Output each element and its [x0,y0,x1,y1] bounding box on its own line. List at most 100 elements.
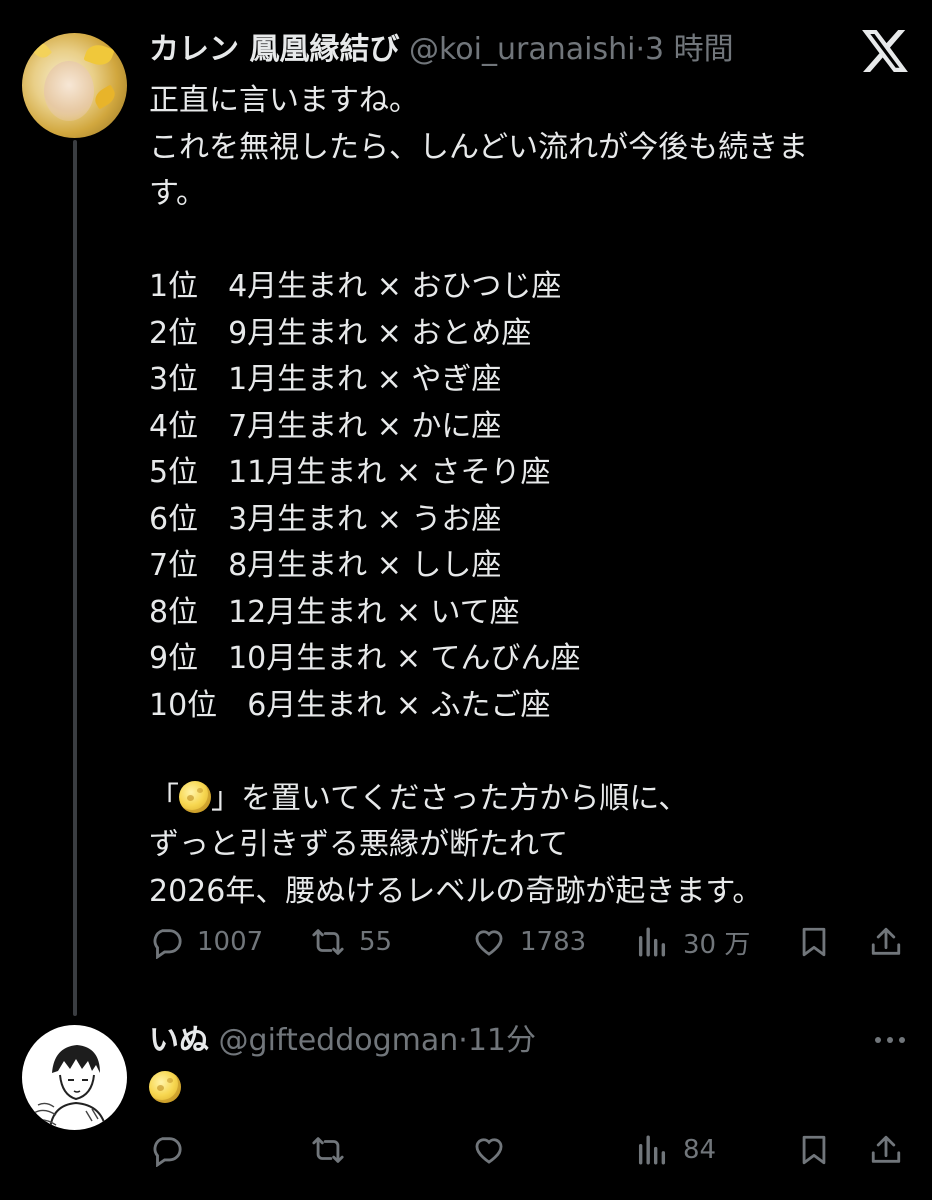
reply-count: 1007 [197,927,264,957]
ranking-rank: 2位 [149,315,199,351]
like-count: 1783 [520,927,587,957]
reply-author-name[interactable]: いぬ [149,1023,209,1058]
views-count: 84 [683,1135,717,1165]
reply-action-bar: 84 [149,1128,909,1172]
repost-count: 55 [359,927,393,957]
ranking-month: 12月生まれ [228,594,387,630]
ranking-month: 9月生まれ [228,315,368,351]
ranking-sign: やぎ座 [411,362,502,397]
ranking-month: 11月生まれ [228,455,387,490]
ranking-times: × [395,641,421,676]
ranking-rank: 5位 [149,455,199,490]
thread-connector-line [73,140,77,1016]
ranking-month: 10月生まれ [228,641,387,676]
ranking-month: 1月生まれ [228,362,368,397]
views-button[interactable]: 84 [635,1128,716,1172]
ranking-item: 1位 4月生まれ × おひつじ座 [149,264,909,311]
heart-icon [475,930,503,956]
ranking-month: 7月生まれ [228,408,368,444]
intro-line: す。 [149,176,206,211]
reply-timestamp[interactable]: 11分 [468,1023,536,1058]
ranking-item: 2位 9月生まれ × おとめ座 [149,311,909,358]
x-logo-icon[interactable] [862,30,908,72]
ranking-item: 5位 11月生まれ × さそり座 [149,450,909,497]
reply-button[interactable]: 1007 [149,920,263,964]
share-button[interactable] [869,1128,903,1172]
share-upload-icon [871,927,901,955]
views-count: 30 万 [683,929,751,960]
reply-header-separator: · [458,1023,468,1058]
bookmark-button[interactable] [797,920,831,964]
reply-header: いぬ @gifteddogman·11分 [149,1022,536,1060]
ranking-month: 4月生まれ [228,269,368,304]
reply-author-avatar[interactable] [22,1025,127,1130]
heart-icon [475,1138,503,1164]
ranking-sign: ふたご座 [430,687,551,723]
ranking-item: 3位 1月生まれ × やぎ座 [149,357,909,404]
repost-button[interactable]: 55 [311,920,392,964]
closing-line-3: 2026年、腰ぬけるレベルの奇跡が起きます。 [149,873,763,909]
bar-chart-icon [638,1135,666,1165]
share-button[interactable] [869,920,903,964]
ranking-rank: 3位 [149,362,199,397]
ranking-times: × [376,408,402,444]
tweet-header: カレン 鳳凰縁結び @koi_uranaishi·3 時間 [149,32,734,68]
author-avatar[interactable] [22,33,127,138]
ranking-sign: さそり座 [430,455,551,490]
bookmark-button[interactable] [797,1128,831,1172]
ranking-rank: 8位 [149,594,199,630]
bookmark-icon [802,1135,826,1165]
ranking-times: × [376,501,402,537]
ranking-item: 4位 7月生まれ × かに座 [149,404,909,451]
intro-line: これを無視したら、しんどい流れが今後も続きま [149,129,809,165]
ranking-item: 10位 6月生まれ × ふたご座 [149,683,909,730]
repost-button[interactable] [311,1128,345,1172]
tweet-body: 正直に言いますね。 これを無視したら、しんどい流れが今後も続きま す。 1位 4… [149,78,909,915]
ranking-times: × [376,362,402,397]
ranking-sign: しし座 [411,548,502,583]
full-moon-emoji [179,780,211,813]
header-separator: · [635,32,645,67]
ranking-sign: てんびん座 [430,641,581,676]
ranking-sign: うお座 [411,501,502,537]
full-moon-emoji [149,1071,181,1103]
ranking-item: 8位 12月生まれ × いて座 [149,590,909,637]
like-button[interactable] [472,1128,506,1172]
ranking-times: × [395,594,421,630]
reply-author-handle[interactable]: @gifteddogman [219,1023,459,1058]
bookmark-icon [802,927,826,957]
ranking-times: × [376,269,402,304]
author-handle[interactable]: @koi_uranaishi [409,32,635,67]
like-button[interactable]: 1783 [472,920,586,964]
bar-chart-icon [638,927,666,957]
ranking-item: 7位 8月生まれ × しし座 [149,543,909,590]
rankings-list: 1位 4月生まれ × おひつじ座 2位 9月生まれ × おとめ座 3位 1月生まれ … [149,264,909,729]
more-dots-icon[interactable] [872,1032,908,1048]
ranking-times: × [376,548,402,583]
repost-arrows-icon [312,1137,344,1163]
ranking-rank: 1位 [149,269,199,304]
ranking-item: 9位 10月生まれ × てんびん座 [149,636,909,683]
repost-arrows-icon [312,929,344,955]
author-name[interactable]: カレン 鳳凰縁結び [149,32,399,67]
speech-bubble-icon [153,929,182,959]
ranking-month: 3月生まれ [228,501,368,537]
ranking-sign: おとめ座 [411,315,532,351]
ranking-rank: 6位 [149,501,199,537]
ranking-month: 6月生まれ [247,687,387,723]
ranking-sign: かに座 [411,408,502,444]
tweet-action-bar: 1007 55 1783 30 万 [149,920,909,964]
ranking-times: × [395,687,421,723]
closing-line-1: 「」を置いてくださった方から順に、 [149,780,689,816]
tweet-timestamp[interactable]: 3 時間 [645,32,734,67]
ranking-item: 6位 3月生まれ × うお座 [149,497,909,544]
share-upload-icon [871,1135,901,1163]
reply-body [149,1066,181,1112]
views-button[interactable]: 30 万 [635,920,750,964]
ranking-times: × [376,315,402,351]
ranking-rank: 10位 [149,687,218,723]
ranking-sign: おひつじ座 [411,269,562,304]
ranking-sign: いて座 [430,594,520,630]
reply-button[interactable] [149,1128,183,1172]
speech-bubble-icon [153,1137,182,1167]
